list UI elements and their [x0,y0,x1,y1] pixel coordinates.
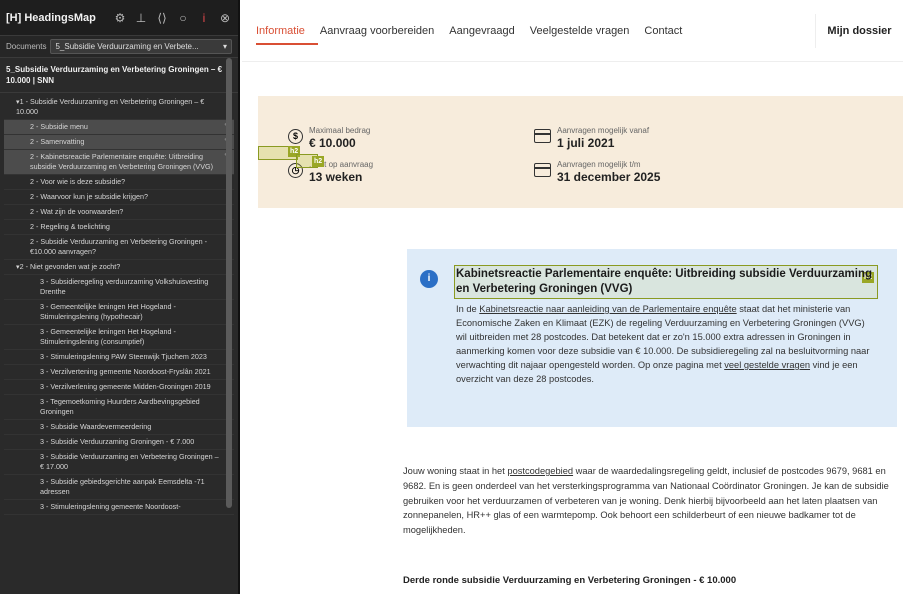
nav-informatie[interactable]: Informatie [256,25,305,37]
fact-value: 31 december 2025 [557,170,661,184]
tree-item[interactable]: 3 - Verzilvertening gemeente Noordoost-F… [4,365,234,380]
tree-item[interactable]: 3 - Gemeentelijke leningen Het Hogeland … [4,325,234,350]
tree-item[interactable]: 3 - Stimuleringslening PAW Steenwijk Tju… [4,350,234,365]
tree-item-label: ▾2 - Niet gevonden wat je zocht? [16,262,121,271]
nav-contact[interactable]: Contact [644,25,682,37]
tree-item-label: 3 - Subsidieregeling verduurzaming Volks… [40,277,209,296]
fact-value: € 10.000 [309,136,356,150]
intro-paragraph: Jouw woning staat in het postcodegebied … [403,464,893,538]
paragraph-text: waar de waardedalingsregeling geldt, inc… [403,466,889,536]
tree-item-label: 2 - Voor wie is deze subsidie? [30,177,126,186]
section-heading: Derde ronde subsidie Verduurzaming en Ve… [403,575,737,586]
tree-item[interactable]: 3 - Subsidie Waardevermeerdering [4,420,234,435]
tree-item-label: 3 - Tegemoetkoming Huurders Aardbevingsg… [40,397,200,416]
fact-label: Aanvragen mogelijk vanaf [557,126,650,135]
tree-item-label: 3 - Gemeentelijke leningen Het Hogeland … [40,327,176,346]
headingsmap-title: [H] HeadingsMap [6,12,113,24]
active-tab-underline [256,43,318,45]
info-icon[interactable]: i [197,11,211,25]
tree-item-label: 2 - Wat zijn de voorwaarden? [30,207,124,216]
tree-item-label: 3 - Subsidie gebiedsgerichte aanpak Eems… [40,477,205,496]
tree-item[interactable]: 3 - Stimuleringslening gemeente Noordoos… [4,500,234,515]
headingsmap-toolbar: [H] HeadingsMap ⚙ ⊥ ⟨⟩ ○ i ⊗ [0,0,238,36]
tree-item[interactable]: 2 - Kabinetsreactie Parlementaire enquêt… [4,150,234,175]
tree-item-label: 3 - Verzilverlening gemeente Midden-Gron… [40,382,211,391]
tree-item[interactable]: 2 - Samenvatting✎ [4,135,234,150]
chevron-down-icon: ▾ [222,42,227,51]
headingsmap-title-text: HeadingsMap [24,11,96,24]
heading-level-tag: h2 [312,156,325,167]
tree-item-label: 3 - Verzilvertening gemeente Noordoost-F… [40,367,211,376]
notice-title: Kabinetsreactie Parlementaire enquête: U… [456,268,873,295]
nav-veelgestelde-vragen[interactable]: Veelgestelde vragen [530,25,630,37]
tree-item-label: 2 - Kabinetsreactie Parlementaire enquêt… [30,152,213,171]
fact-open-until: Aanvragen mogelijk t/m 31 december 2025 [534,160,660,184]
tree-item-label: 3 - Subsidie Verduurzaming Groningen - €… [40,437,195,446]
fact-value: 1 juli 2021 [557,136,615,150]
veelgestelde-vragen-link[interactable]: veel gestelde vragen [724,360,810,370]
tree-item[interactable]: 2 - Waarvoor kun je subsidie krijgen? [4,190,234,205]
tree-item-label: 3 - Stimuleringslening PAW Steenwijk Tju… [40,352,207,361]
tree-item-label: 2 - Subsidie Verduurzaming en Verbeterin… [30,237,207,256]
fact-max-amount: $ Maximaal bedrag € 10.000 [288,126,370,150]
headingsmap-panel: [H] HeadingsMap ⚙ ⊥ ⟨⟩ ○ i ⊗ Documents 5… [0,0,240,594]
tree-item[interactable]: 2 - Regeling & toelichting [4,220,234,235]
nav-aangevraagd[interactable]: Aangevraagd [449,25,514,37]
calendar-icon [534,163,551,177]
mijn-dossier-button[interactable]: Mijn dossier [815,14,903,48]
document-select-value: 5_Subsidie Verduurzaming en Verbete... [55,42,199,51]
tree-item-label: 2 - Regeling & toelichting [30,222,110,231]
tree-item-label: 3 - Stimuleringslening gemeente Noordoos… [40,502,181,511]
close-icon[interactable]: ⊗ [218,11,232,25]
fact-label: Maximaal bedrag [309,126,371,135]
tree-item-label: 3 - Gemeentelijke leningen Het Hogeland … [40,302,176,321]
info-icon: i [420,270,438,288]
page-main: Informatie Aanvraag voorbereiden Aangevr… [242,0,903,594]
circle-icon[interactable]: ○ [176,11,190,25]
notice-body: In de Kabinetsreactie naar aanleiding va… [456,302,876,386]
calendar-icon [534,129,551,143]
tree-item-label: 3 - Subsidie Waardevermeerdering [40,422,152,431]
tree-item-label: 3 - Subsidie Verduurzaming en Verbeterin… [40,452,219,471]
tree-item[interactable]: ▾1 - Subsidie Verduurzaming en Verbeteri… [4,95,234,120]
headings-tree: ▾1 - Subsidie Verduurzaming en Verbeteri… [0,93,238,515]
nav-aanvraag-voorbereiden[interactable]: Aanvraag voorbereiden [320,25,434,37]
tree-item-label: ▾1 - Subsidie Verduurzaming en Verbeteri… [16,97,205,116]
top-navigation: Informatie Aanvraag voorbereiden Aangevr… [242,0,903,62]
notice-text: In de [456,304,480,314]
tree-item[interactable]: ▾2 - Niet gevonden wat je zocht? [4,260,234,275]
tree-item[interactable]: 3 - Subsidie Verduurzaming en Verbeterin… [4,450,234,475]
paragraph-text: Jouw woning staat in het [403,466,508,476]
document-title: 5_Subsidie Verduurzaming en Verbetering … [0,58,238,93]
tree-item[interactable]: 3 - Subsidieregeling verduurzaming Volks… [4,275,234,300]
tree-item-label: 2 - Subsidie menu [30,122,88,131]
tree-item-label: 2 - Samenvatting [30,137,85,146]
tree-item[interactable]: 3 - Gemeentelijke leningen Het Hogeland … [4,300,234,325]
fact-open-from: Aanvragen mogelijk vanaf 1 juli 2021 [534,126,649,150]
kabinetsreactie-link[interactable]: Kabinetsreactie naar aanleiding van de P… [479,304,736,314]
tree-item[interactable]: 3 - Tegemoetkoming Huurders Aardbevingsg… [4,395,234,420]
documents-label: Documents [6,42,47,51]
tree-item[interactable]: 3 - Subsidie gebiedsgerichte aanpak Eems… [4,475,234,500]
tree-item[interactable]: 3 - Subsidie Verduurzaming Groningen - €… [4,435,234,450]
brackets-icon[interactable]: ⟨⟩ [155,11,169,25]
fact-value: 13 weken [309,170,363,184]
pin-icon[interactable]: ⊥ [134,11,148,25]
fact-label: Aanvragen mogelijk t/m [557,160,641,169]
postcodegebied-link[interactable]: postcodegebied [507,466,573,476]
documents-row: Documents 5_Subsidie Verduurzaming en Ve… [0,36,238,58]
settings-icon[interactable]: ⚙ [113,11,127,25]
tree-item-label: 2 - Waarvoor kun je subsidie krijgen? [30,192,148,201]
summary-facts: $ Maximaal bedrag € 10.000 ◷ ...ust op a… [272,124,832,194]
tree-item[interactable]: 2 - Wat zijn de voorwaarden? [4,205,234,220]
euro-icon: $ [288,129,303,144]
sidebar-scrollbar[interactable] [226,58,232,508]
document-select[interactable]: 5_Subsidie Verduurzaming en Verbete... ▾ [50,39,232,54]
tree-item[interactable]: 2 - Subsidie menu✎ [4,120,234,135]
tree-item[interactable]: 3 - Verzilverlening gemeente Midden-Gron… [4,380,234,395]
tree-item[interactable]: 2 - Voor wie is deze subsidie? [4,175,234,190]
tree-item[interactable]: 2 - Subsidie Verduurzaming en Verbeterin… [4,235,234,260]
headingsmap-logo: [H] [6,11,22,24]
